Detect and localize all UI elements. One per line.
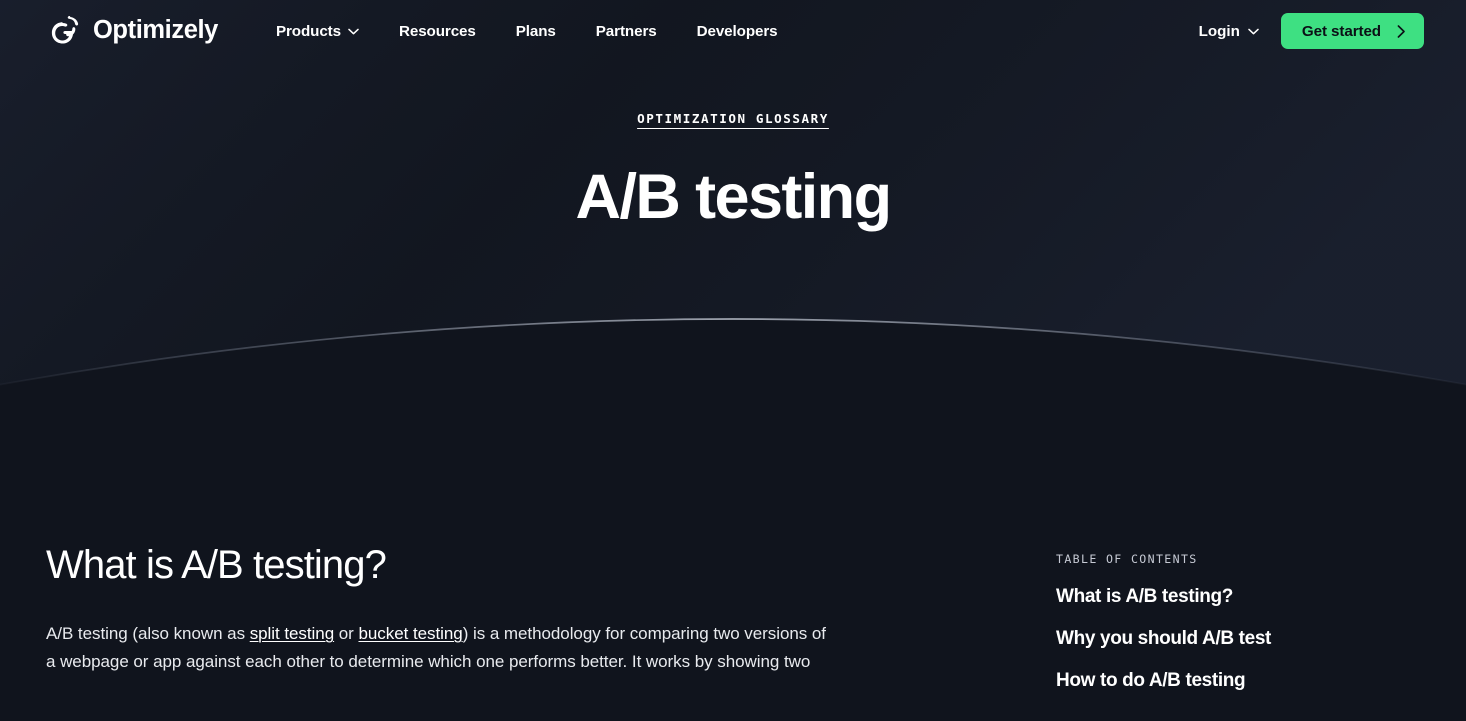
toc-link-what-is-ab-testing[interactable]: What is A/B testing? — [1056, 586, 1420, 608]
brand-home-link[interactable]: Optimizely — [46, 12, 218, 50]
nav-link-plans[interactable]: Plans — [496, 23, 576, 40]
login-label: Login — [1199, 23, 1240, 40]
nav-link-products-label: Products — [276, 23, 341, 40]
toc-link-how-to-do-ab-testing[interactable]: How to do A/B testing — [1056, 670, 1420, 692]
list-item: What is A/B testing? — [1056, 586, 1420, 608]
chevron-right-icon — [1397, 25, 1406, 38]
main-navigation-bar: Optimizely Products Resources Plans Part… — [0, 0, 1466, 62]
get-started-label: Get started — [1302, 23, 1381, 40]
chevron-down-icon — [348, 28, 359, 35]
nav-link-developers[interactable]: Developers — [677, 23, 798, 40]
table-of-contents-label: TABLE OF CONTENTS — [1056, 552, 1420, 566]
nav-link-resources[interactable]: Resources — [379, 23, 496, 40]
nav-link-products[interactable]: Products — [256, 23, 379, 40]
nav-item-products: Products — [256, 23, 379, 40]
article-intro-paragraph: A/B testing (also known as split testing… — [46, 620, 836, 676]
hero-section: OPTIMIZATION GLOSSARY A/B testing — [0, 62, 1466, 231]
nav-item-partners: Partners — [576, 23, 677, 40]
section-heading-what-is-ab-testing: What is A/B testing? — [46, 543, 936, 587]
link-bucket-testing[interactable]: bucket testing — [358, 624, 462, 643]
nav-links-list: Products Resources Plans Partners Develo… — [256, 23, 798, 40]
brand-name: Optimizely — [93, 18, 218, 44]
link-split-testing[interactable]: split testing — [250, 624, 334, 643]
optimizely-logo-icon — [46, 12, 84, 50]
list-item: How to do A/B testing — [1056, 670, 1420, 692]
content-area: What is A/B testing? A/B testing (also k… — [0, 543, 1466, 712]
table-of-contents-list: What is A/B testing? Why you should A/B … — [1056, 586, 1420, 692]
nav-link-partners[interactable]: Partners — [576, 23, 677, 40]
table-of-contents: TABLE OF CONTENTS What is A/B testing? W… — [1056, 543, 1420, 712]
nav-item-plans: Plans — [496, 23, 576, 40]
nav-item-resources: Resources — [379, 23, 496, 40]
login-menu[interactable]: Login — [1177, 23, 1281, 40]
list-item: Why you should A/B test — [1056, 628, 1420, 650]
toc-link-why-you-should-ab-test[interactable]: Why you should A/B test — [1056, 628, 1420, 650]
breadcrumb-optimization-glossary[interactable]: OPTIMIZATION GLOSSARY — [637, 111, 829, 126]
paragraph-text-before-link1: A/B testing (also known as — [46, 624, 250, 643]
get-started-button[interactable]: Get started — [1281, 13, 1424, 49]
nav-link-partners-label: Partners — [596, 23, 657, 40]
nav-link-resources-label: Resources — [399, 23, 476, 40]
article-body: What is A/B testing? A/B testing (also k… — [46, 543, 1056, 712]
page-title: A/B testing — [0, 163, 1466, 231]
nav-item-developers: Developers — [677, 23, 798, 40]
nav-right-group: Login Get started — [1177, 13, 1424, 49]
nav-link-developers-label: Developers — [697, 23, 778, 40]
paragraph-text-between-links: or — [334, 624, 358, 643]
chevron-down-icon — [1248, 28, 1259, 35]
nav-link-plans-label: Plans — [516, 23, 556, 40]
